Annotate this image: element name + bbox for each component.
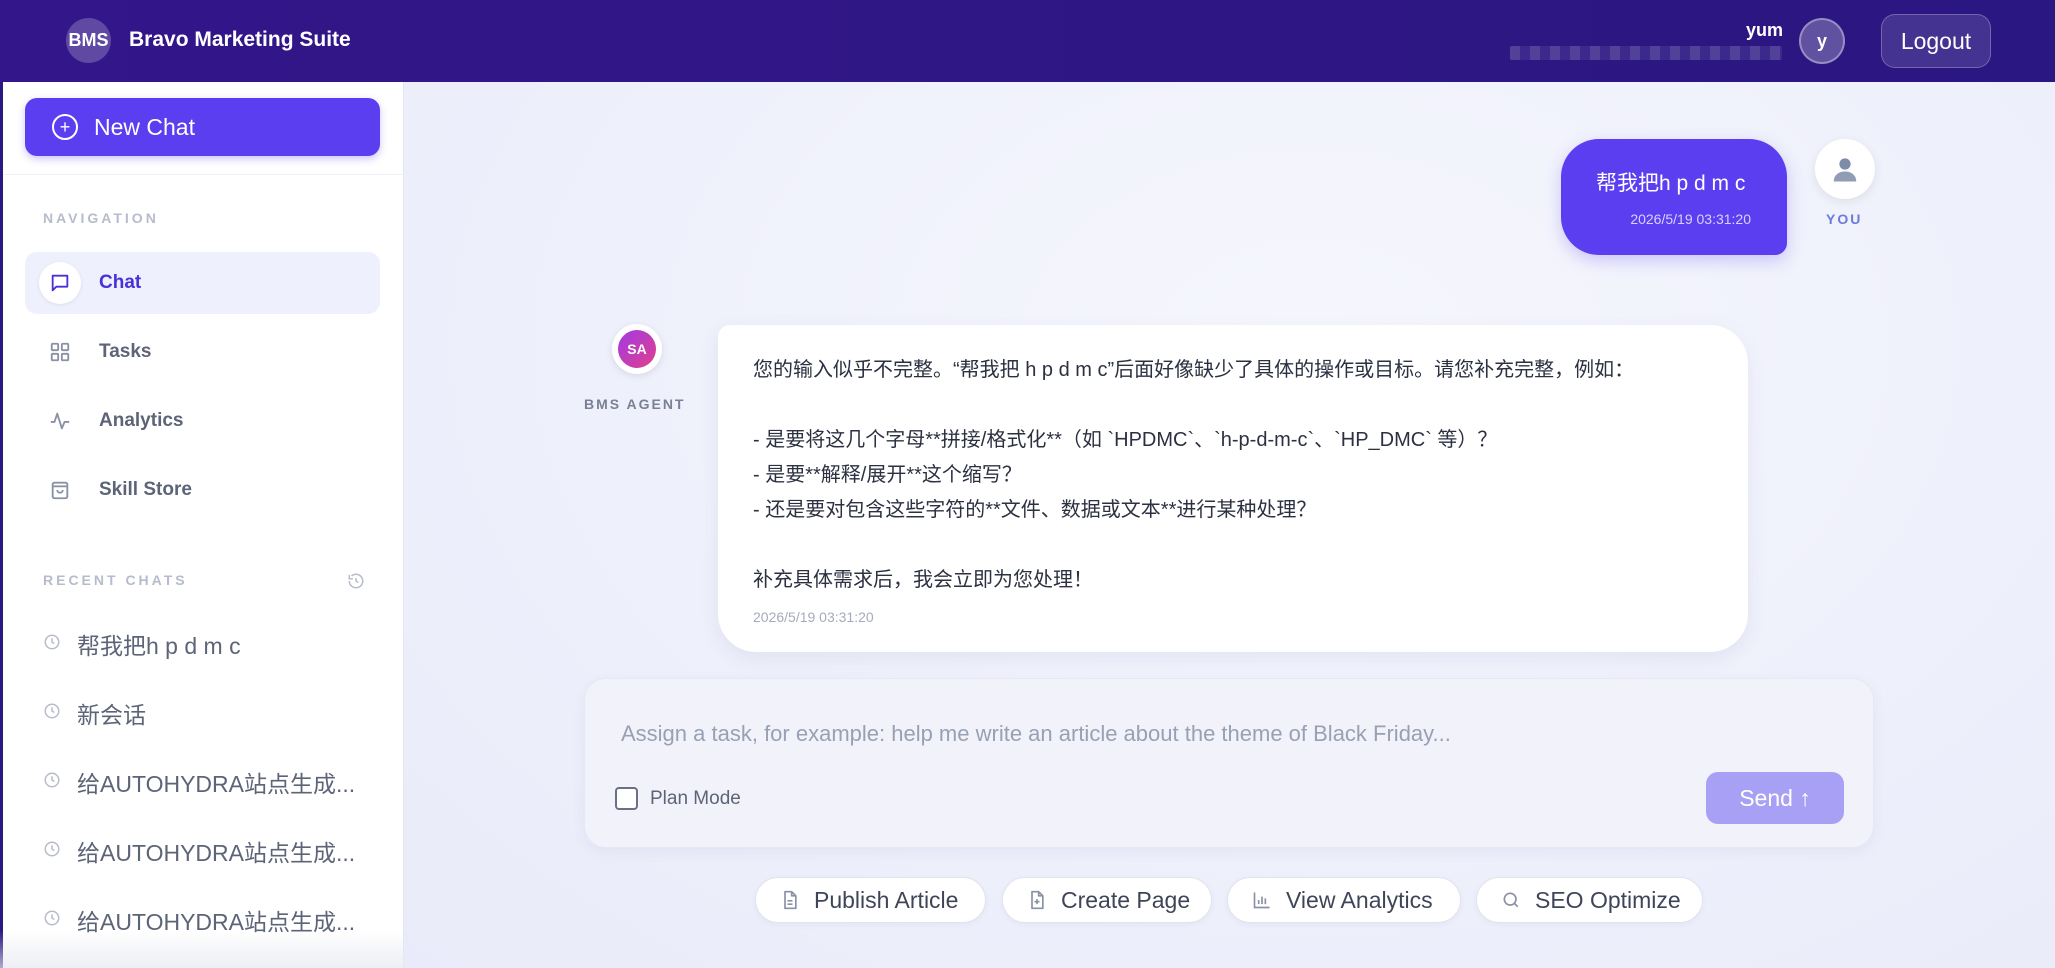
quick-action-label: Publish Article bbox=[814, 886, 959, 913]
agent-message-bubble: 您的输入似乎不完整。“帮我把 h p d m c”后面好像缺少了具体的操作或目标… bbox=[718, 325, 1748, 652]
agent-message-line: - 是要将这几个字母**拼接/格式化**（如 `HPDMC`、`h-p-d-m-… bbox=[753, 429, 1498, 451]
plus-circle-icon: + bbox=[52, 114, 78, 140]
user-email-redacted bbox=[1510, 46, 1782, 60]
search-icon bbox=[1501, 890, 1521, 910]
activity-icon bbox=[39, 400, 81, 442]
new-chat-label: New Chat bbox=[94, 113, 195, 140]
app-title: Bravo Marketing Suite bbox=[129, 28, 351, 51]
shopping-bag-icon bbox=[39, 469, 81, 511]
user-role-label: YOU bbox=[1826, 211, 1863, 227]
clock-icon bbox=[43, 909, 61, 932]
sidebar-divider bbox=[3, 174, 404, 175]
message-input[interactable]: Assign a task, for example: help me writ… bbox=[621, 721, 1451, 747]
agent-message-line: 补充具体需求后，我会立即为您处理！ bbox=[753, 569, 1093, 591]
clock-icon bbox=[43, 633, 61, 656]
chat-bubble-icon bbox=[39, 262, 81, 304]
user-message-timestamp: 2026/5/19 03:31:20 bbox=[1630, 211, 1751, 227]
grid-icon bbox=[39, 331, 81, 373]
view-analytics-button[interactable]: View Analytics bbox=[1227, 877, 1461, 923]
bar-chart-icon bbox=[1252, 890, 1272, 910]
recent-chat-label: 帮我把h p d m c bbox=[77, 633, 241, 659]
seo-optimize-button[interactable]: SEO Optimize bbox=[1476, 877, 1703, 923]
clock-icon bbox=[43, 840, 61, 863]
plan-mode-checkbox[interactable] bbox=[615, 787, 638, 810]
sidebar-item-label: Chat bbox=[99, 272, 142, 293]
publish-article-button[interactable]: Publish Article bbox=[755, 877, 986, 923]
sidebar-item-label: Tasks bbox=[99, 341, 152, 362]
plan-mode-label: Plan Mode bbox=[650, 788, 741, 809]
recent-chat-label: 给AUTOHYDRA站点生成... bbox=[77, 840, 356, 866]
sidebar-item-label: Skill Store bbox=[99, 479, 192, 500]
sidebar-bottom-fade bbox=[0, 930, 404, 968]
sidebar-item-tasks[interactable]: Tasks bbox=[25, 321, 380, 383]
agent-role-label: BMS AGENT bbox=[584, 396, 686, 412]
agent-message-timestamp: 2026/5/19 03:31:20 bbox=[753, 609, 874, 625]
recent-chat-label: 给AUTOHYDRA站点生成... bbox=[77, 771, 356, 797]
quick-action-label: Create Page bbox=[1061, 886, 1191, 913]
user-avatar-icon bbox=[1815, 139, 1875, 199]
user-name: yum bbox=[1746, 20, 1784, 40]
clock-icon bbox=[43, 771, 61, 794]
logout-button[interactable]: Logout bbox=[1881, 14, 1991, 68]
agent-message-line: - 是要**解释/展开**这个缩写？ bbox=[753, 464, 1022, 486]
logo-badge: BMS bbox=[66, 18, 111, 63]
send-button[interactable]: Send ↑ bbox=[1706, 772, 1844, 824]
sidebar-item-skill-store[interactable]: Skill Store bbox=[25, 459, 380, 521]
top-header: BMS Bravo Marketing Suite yum y Logout bbox=[0, 0, 2055, 82]
history-icon[interactable] bbox=[347, 572, 365, 595]
agent-message-line: - 还是要对包含这些字符的**文件、数据或文本**进行某种处理？ bbox=[753, 499, 1317, 521]
recent-chats-section-label: RECENT CHATS bbox=[43, 572, 188, 588]
sidebar-item-chat[interactable]: Chat bbox=[25, 252, 380, 314]
recent-chat-item[interactable]: 给AUTOHYDRA站点生成... bbox=[25, 754, 380, 810]
document-icon bbox=[780, 889, 800, 911]
user-avatar[interactable]: y bbox=[1799, 18, 1845, 64]
recent-chat-item[interactable]: 新会话 bbox=[25, 685, 380, 741]
sidebar: + New Chat NAVIGATION Chat Tasks Analyti… bbox=[0, 82, 404, 968]
clock-icon bbox=[43, 702, 61, 725]
sidebar-item-analytics[interactable]: Analytics bbox=[25, 390, 380, 452]
new-chat-button[interactable]: + New Chat bbox=[25, 98, 380, 156]
create-page-button[interactable]: Create Page bbox=[1002, 877, 1212, 923]
quick-action-label: SEO Optimize bbox=[1535, 886, 1681, 913]
user-message-text: 帮我把h p d m c bbox=[1596, 172, 1746, 195]
agent-avatar: SA bbox=[612, 324, 662, 374]
user-message-bubble: 帮我把h p d m c 2026/5/19 03:31:20 bbox=[1561, 139, 1787, 255]
sidebar-item-label: Analytics bbox=[99, 410, 184, 431]
agent-message-line: 您的输入似乎不完整。“帮我把 h p d m c”后面好像缺少了具体的操作或目标… bbox=[753, 359, 1635, 381]
recent-chat-item[interactable]: 帮我把h p d m c bbox=[25, 616, 380, 672]
app-root: BMS Bravo Marketing Suite yum y Logout +… bbox=[0, 0, 2055, 968]
file-plus-icon bbox=[1027, 889, 1047, 911]
recent-chat-item[interactable]: 给AUTOHYDRA站点生成... bbox=[25, 823, 380, 879]
quick-action-label: View Analytics bbox=[1286, 886, 1433, 913]
navigation-section-label: NAVIGATION bbox=[43, 210, 159, 226]
recent-chat-label: 新会话 bbox=[77, 702, 146, 728]
agent-avatar-initials: SA bbox=[618, 330, 656, 368]
message-composer[interactable]: Assign a task, for example: help me writ… bbox=[584, 678, 1874, 848]
